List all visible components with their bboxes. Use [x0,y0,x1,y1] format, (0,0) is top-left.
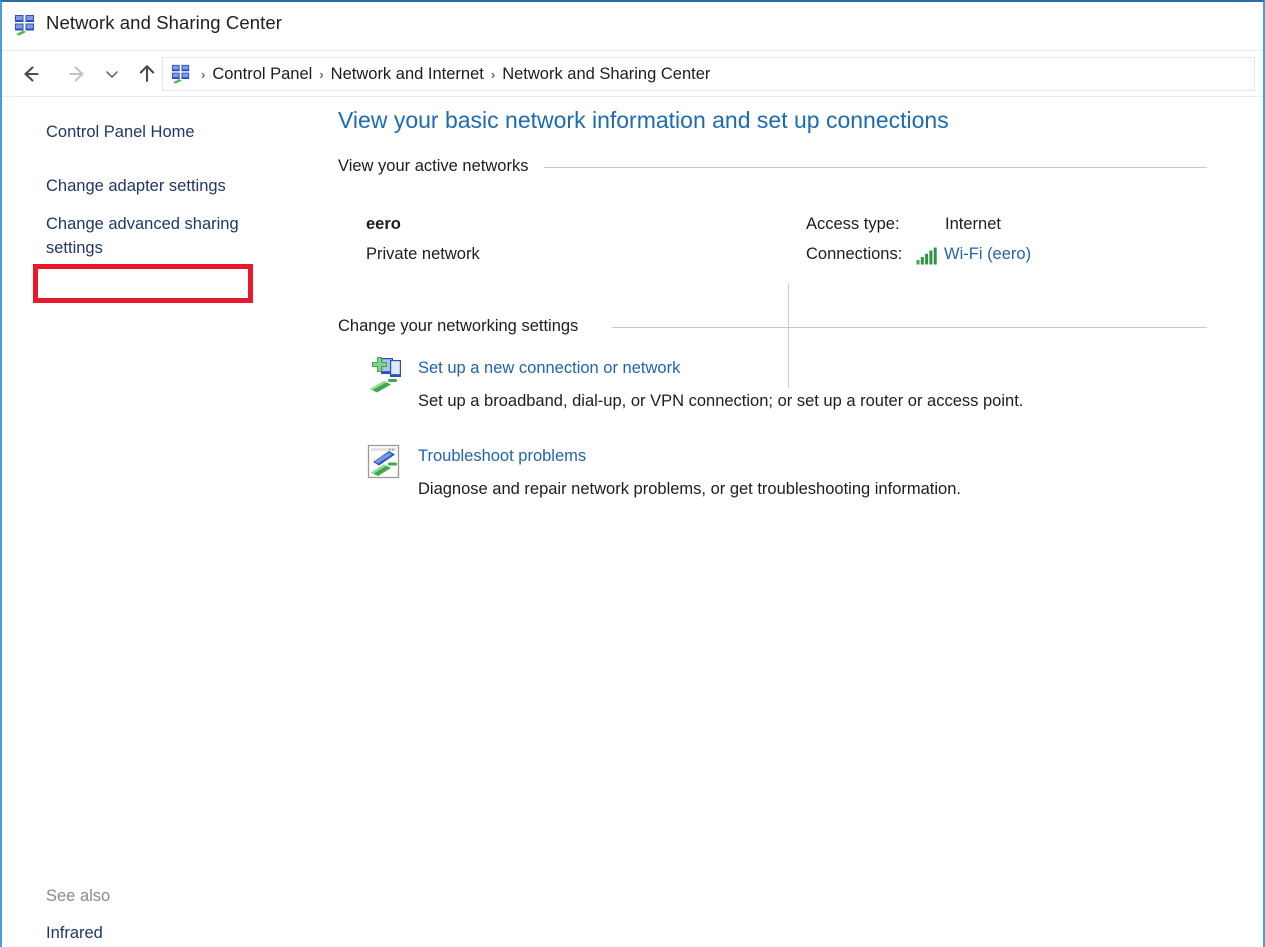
access-type-value: Internet [945,215,1001,233]
see-also-label: See also [46,887,111,905]
breadcrumb-separator: › [201,66,206,82]
navigation-bar: › Control Panel › Network and Internet ›… [2,51,1263,97]
active-network-panel [322,189,1212,388]
breadcrumb-item-network-and-internet[interactable]: Network and Internet [331,65,484,84]
section-title-active-networks: View your active networks [338,157,529,175]
forward-arrow-icon [64,61,90,87]
sidebar-item-change-advanced-sharing-settings[interactable]: Change advanced sharing settings [46,213,261,261]
wifi-signal-icon [916,247,938,265]
section-divider [612,327,1207,328]
connections-label: Connections: [806,245,903,263]
up-arrow-icon[interactable] [134,61,160,87]
task-link-set-up-new-connection[interactable]: Set up a new connection or network [418,359,680,378]
active-network-type: Private network [366,245,480,263]
main-content: View your basic network information and … [322,97,1263,947]
breadcrumb-separator: › [319,66,324,82]
network-sharing-center-window: Network and Sharing Center › Control Pan… [0,0,1265,947]
chevron-down-icon[interactable] [102,61,122,87]
task-description-set-up-new-connection: Set up a broadband, dial-up, or VPN conn… [418,392,1024,410]
network-icon [14,14,36,36]
title-bar: Network and Sharing Center [2,2,1263,51]
page-title: View your basic network information and … [338,107,949,133]
sidebar-item-change-adapter-settings[interactable]: Change adapter settings [46,175,226,199]
task-description-troubleshoot-problems: Diagnose and repair network problems, or… [418,480,961,498]
section-title-networking-settings: Change your networking settings [338,317,579,335]
sidebar-item-control-panel-home[interactable]: Control Panel Home [46,121,195,145]
new-connection-icon [364,353,406,395]
address-bar[interactable]: › Control Panel › Network and Internet ›… [162,57,1255,91]
back-arrow-icon[interactable] [18,61,44,87]
active-network-name: eero [366,215,401,233]
breadcrumb-separator: › [490,66,496,82]
see-also-item-infrared[interactable]: Infrared [46,924,103,943]
access-type-label: Access type: [806,215,900,233]
connections-value-link[interactable]: Wi-Fi (eero) [944,245,1031,264]
section-divider [544,167,1207,168]
breadcrumb-item-control-panel[interactable]: Control Panel [212,65,312,84]
task-link-troubleshoot-problems[interactable]: Troubleshoot problems [418,447,586,466]
network-icon [171,64,191,84]
window-title: Network and Sharing Center [46,12,283,33]
highlight-box-change-adapter-settings [33,264,253,303]
troubleshoot-icon [364,442,406,484]
breadcrumb-item-network-and-sharing-center[interactable]: Network and Sharing Center [502,65,710,84]
vertical-divider [788,283,789,388]
sidebar: Control Panel Home Change adapter settin… [2,97,322,947]
